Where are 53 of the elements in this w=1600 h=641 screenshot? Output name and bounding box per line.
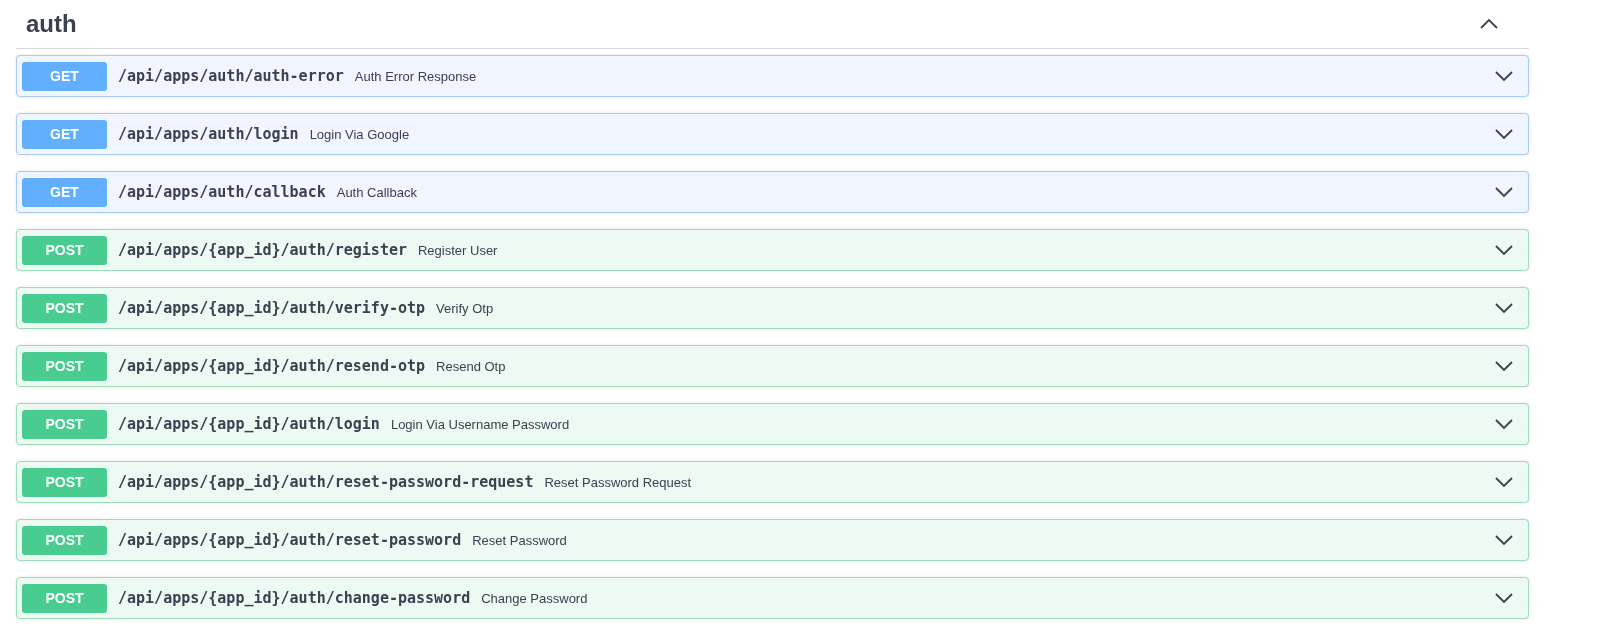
endpoint-path: /api/apps/auth/auth-error [118, 67, 344, 85]
endpoint-row[interactable]: POST /api/apps/{app_id}/auth/register Register User [16, 229, 1529, 271]
method-badge: POST [22, 525, 107, 555]
endpoint-summary: Reset Password [472, 532, 568, 548]
method-badge: POST [22, 351, 107, 381]
method-badge: POST [22, 293, 107, 323]
chevron-icon [1494, 128, 1514, 140]
endpoint-path: /api/apps/{app_id}/auth/reset-password [118, 531, 462, 549]
chevron-icon [1494, 418, 1514, 430]
endpoint-summary: Resend Otp [436, 358, 507, 374]
endpoint-summary: Login Via Google [309, 126, 411, 142]
endpoint-path: /api/apps/{app_id}/auth/register [118, 241, 407, 259]
endpoint-row[interactable]: POST /api/apps/{app_id}/auth/reset-password-request Reset Password Request [16, 461, 1529, 503]
endpoint-summary: Change Password [481, 590, 589, 606]
endpoint-summary: Login Via Username Password [390, 416, 571, 432]
method-badge: GET [22, 61, 107, 91]
endpoint-row[interactable]: GET /api/apps/auth/auth-error Auth Error Response [16, 55, 1529, 97]
endpoint-summary: Auth Error Response [354, 68, 478, 84]
method-badge: POST [22, 235, 107, 265]
section-title: auth [26, 10, 78, 38]
endpoint-path: /api/apps/{app_id}/auth/verify-otp [118, 299, 426, 317]
endpoint-summary: Auth Callback [336, 184, 418, 200]
endpoint-row[interactable]: POST /api/apps/{app_id}/auth/change-password Change Password [16, 577, 1529, 619]
endpoint-path: /api/apps/{app_id}/auth/change-password [118, 589, 471, 607]
chevron-icon [1494, 302, 1514, 314]
endpoint-summary: Reset Password Request [544, 474, 693, 490]
endpoint-summary: Verify Otp [436, 300, 495, 316]
method-badge: POST [22, 583, 107, 613]
endpoint-row[interactable]: POST /api/apps/{app_id}/auth/reset-password Reset Password [16, 519, 1529, 561]
method-badge: GET [22, 177, 107, 207]
method-badge: GET [22, 119, 107, 149]
chevron-icon [1494, 534, 1514, 546]
chevron-icon [1479, 18, 1499, 30]
chevron-icon [1494, 70, 1514, 82]
chevron-icon [1494, 592, 1514, 604]
endpoint-row[interactable]: POST /api/apps/{app_id}/auth/login Login Via Username Password [16, 403, 1529, 445]
endpoint-row[interactable]: GET /api/apps/auth/callback Auth Callback [16, 171, 1529, 213]
endpoint-path: /api/apps/{app_id}/auth/reset-password-request [118, 473, 534, 491]
endpoint-row[interactable]: GET /api/apps/auth/login Login Via Google [16, 113, 1529, 155]
chevron-icon [1494, 244, 1514, 256]
chevron-icon [1494, 186, 1514, 198]
endpoint-summary: Register User [418, 242, 499, 258]
section-header[interactable]: auth [16, 0, 1529, 49]
endpoint-row[interactable]: POST /api/apps/{app_id}/auth/resend-otp Resend Otp [16, 345, 1529, 387]
endpoint-path: /api/apps/{app_id}/auth/resend-otp [118, 357, 426, 375]
endpoint-row[interactable]: POST /api/apps/{app_id}/auth/verify-otp Verify Otp [16, 287, 1529, 329]
endpoint-path: /api/apps/auth/callback [118, 183, 326, 201]
method-badge: POST [22, 409, 107, 439]
chevron-icon [1494, 360, 1514, 372]
method-badge: POST [22, 467, 107, 497]
chevron-icon [1494, 476, 1514, 488]
endpoint-path: /api/apps/{app_id}/auth/login [118, 415, 380, 433]
endpoint-path: /api/apps/auth/login [118, 125, 299, 143]
